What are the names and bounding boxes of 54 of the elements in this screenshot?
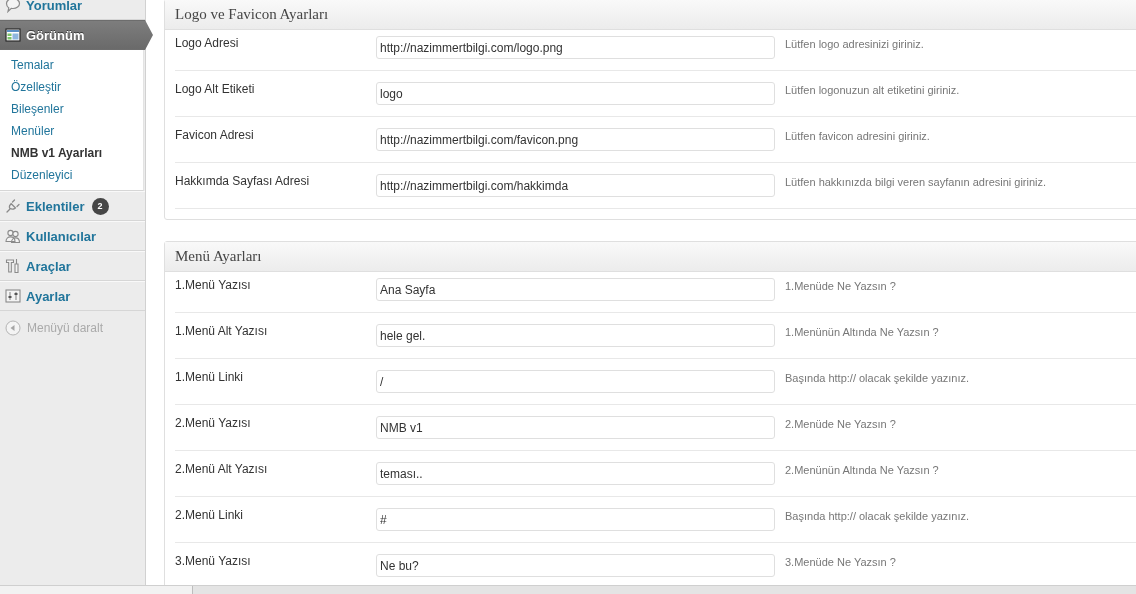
field-label: 1.Menü Yazısı bbox=[175, 277, 252, 293]
field-label: Hakkımda Sayfası Adresi bbox=[175, 173, 311, 189]
text-input[interactable]: hele gel. bbox=[376, 324, 775, 347]
field-hint: Başında http:// olacak şekilde yazınız. bbox=[785, 371, 970, 386]
submenu-item[interactable]: NMB v1 Ayarları bbox=[0, 142, 143, 164]
field-hint: Lütfen favicon adresini giriniz. bbox=[785, 129, 930, 144]
text-input[interactable]: http://nazimmertbilgi.com/favicon.png bbox=[376, 128, 775, 151]
users-icon bbox=[5, 228, 21, 244]
field-hint: 3.Menüde Ne Yazsın ? bbox=[785, 555, 896, 570]
panel-title: Menü Ayarları bbox=[165, 242, 1136, 272]
field-label: 2.Menü Yazısı bbox=[175, 415, 252, 431]
scrollbar-track[interactable] bbox=[0, 585, 1136, 594]
sidebar-item[interactable]: Araçlar bbox=[0, 251, 145, 281]
field-hint: Başında http:// olacak şekilde yazınız. bbox=[785, 509, 970, 524]
sidebar-item[interactable]: Kullanıcılar bbox=[0, 221, 145, 251]
text-input[interactable]: http://nazimmertbilgi.com/logo.png bbox=[376, 36, 775, 59]
text-input[interactable]: / bbox=[376, 370, 775, 393]
field-label: 3.Menü Yazısı bbox=[175, 553, 252, 569]
submenu-item[interactable]: Özelleştir bbox=[0, 76, 143, 98]
sidebar-item[interactable]: Ayarlar bbox=[0, 281, 145, 311]
settings-icon bbox=[5, 288, 21, 304]
text-input[interactable]: Ne bu? bbox=[376, 554, 775, 577]
field-label: 1.Menü Linki bbox=[175, 369, 245, 385]
text-input[interactable]: NMB v1 bbox=[376, 416, 775, 439]
sidebar-item[interactable]: Görünüm bbox=[0, 20, 153, 50]
text-input[interactable]: http://nazimmertbilgi.com/hakkimda bbox=[376, 174, 775, 197]
field-label: 1.Menü Alt Yazısı bbox=[175, 323, 269, 339]
field-hint: Lütfen logonuzun alt etiketini giriniz. bbox=[785, 83, 960, 98]
panel-title: Logo ve Favicon Ayarları bbox=[165, 0, 1136, 30]
field-label: Logo Adresi bbox=[175, 35, 240, 51]
field-label: Logo Alt Etiketi bbox=[175, 81, 256, 97]
count-badge: 2 bbox=[91, 197, 109, 215]
text-input[interactable]: # bbox=[376, 508, 775, 531]
sidebar-item[interactable]: Eklentiler 2 bbox=[0, 191, 145, 221]
submenu-item[interactable]: Düzenleyici bbox=[0, 164, 143, 186]
field-hint: 2.Menünün Altında Ne Yazsın ? bbox=[785, 463, 939, 478]
field-label: Favicon Adresi bbox=[175, 127, 255, 143]
field-hint: 2.Menüde Ne Yazsın ? bbox=[785, 417, 896, 432]
field-label: 2.Menü Linki bbox=[175, 507, 245, 523]
submenu-item[interactable]: Bileşenler bbox=[0, 98, 143, 120]
scrollbar-thumb[interactable] bbox=[0, 586, 193, 594]
layout-icon bbox=[5, 27, 21, 43]
plug-icon bbox=[5, 198, 21, 214]
text-input[interactable]: teması.. bbox=[376, 462, 775, 485]
tools-icon bbox=[5, 258, 21, 274]
text-input[interactable]: logo bbox=[376, 82, 775, 105]
field-label: 2.Menü Alt Yazısı bbox=[175, 461, 269, 477]
text-input[interactable]: Ana Sayfa bbox=[376, 278, 775, 301]
field-hint: 1.Menünün Altında Ne Yazsın ? bbox=[785, 325, 939, 340]
submenu-item[interactable]: Temalar bbox=[0, 54, 143, 76]
field-hint: 1.Menüde Ne Yazsın ? bbox=[785, 279, 896, 294]
submenu-item[interactable]: Menüler bbox=[0, 120, 143, 142]
field-hint: Lütfen hakkınızda bilgi veren sayfanın adresini giriniz. bbox=[785, 175, 1047, 190]
field-hint: Lütfen logo adresinizi giriniz. bbox=[785, 37, 924, 52]
